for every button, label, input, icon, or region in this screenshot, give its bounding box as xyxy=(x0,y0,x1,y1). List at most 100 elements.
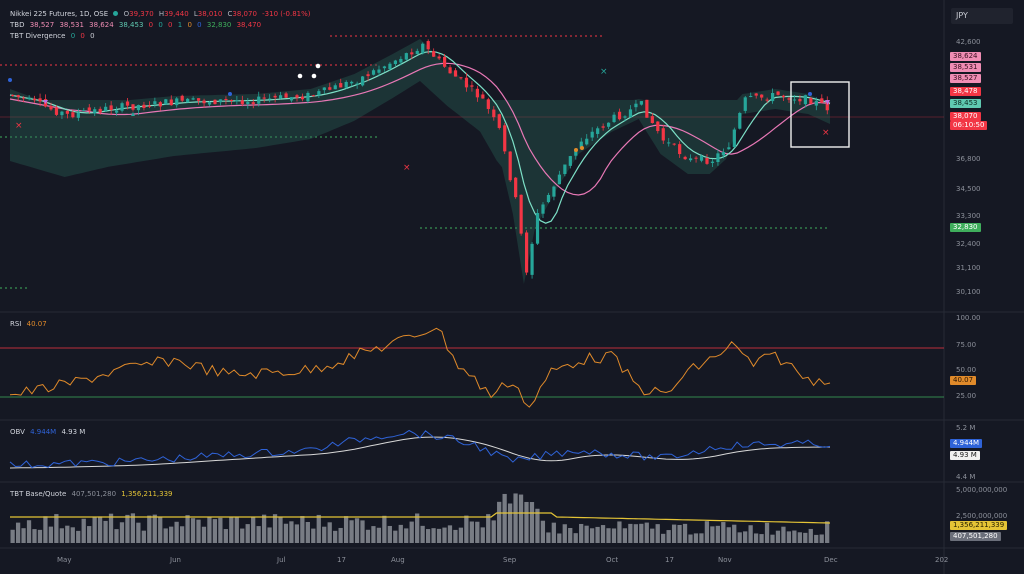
volume-bar xyxy=(163,528,168,543)
candle-body xyxy=(672,143,676,145)
candle-body xyxy=(448,67,452,74)
candle-body xyxy=(470,85,474,87)
volume-bar xyxy=(289,521,294,543)
candle-body xyxy=(197,98,201,101)
volume-bar xyxy=(425,529,431,543)
dot-marker-icon xyxy=(580,146,584,150)
volume-bar xyxy=(628,523,633,543)
volume-bar xyxy=(371,526,376,543)
candle-body xyxy=(224,99,228,101)
volume-bar xyxy=(37,529,43,543)
candle-body xyxy=(803,95,807,105)
candle-body xyxy=(656,121,660,132)
volume-bar xyxy=(278,517,283,543)
tbd-v3: 38,453 xyxy=(118,21,144,29)
candle-body xyxy=(415,50,419,55)
candle-body xyxy=(716,153,720,162)
volume-bar xyxy=(267,527,272,543)
volume-bar xyxy=(218,517,223,543)
volume-bar xyxy=(639,523,644,543)
volume-bar xyxy=(92,516,97,543)
volume-bar xyxy=(234,517,239,543)
candle-body xyxy=(33,98,37,101)
tbt-v2: 0 xyxy=(90,32,95,40)
candle-body xyxy=(49,106,53,110)
candle-body xyxy=(246,101,250,105)
volume-bar xyxy=(764,522,770,543)
obv-legend[interactable]: OBV 4.944M 4.93 M xyxy=(10,428,88,437)
volume-bar xyxy=(59,528,64,543)
volume-bar xyxy=(376,527,382,543)
volume-bar xyxy=(316,514,321,543)
candle-body xyxy=(361,76,365,86)
candle-body xyxy=(820,98,824,103)
candle-body xyxy=(661,128,665,141)
volume-bar xyxy=(305,521,310,543)
candle-body xyxy=(27,97,31,100)
volume-bar xyxy=(540,520,546,543)
volume-bar xyxy=(792,530,797,543)
volume-bar xyxy=(469,521,474,543)
candle-body xyxy=(186,98,190,103)
volume-legend[interactable]: TBT Base/Quote 407,501,280 1,356,211,339 xyxy=(10,490,176,499)
tbt-divergence-legend[interactable]: TBT Divergence 0 0 0 xyxy=(10,32,98,41)
volume-bar xyxy=(354,518,360,543)
volume-tick: 2,500,000,000 xyxy=(956,512,1008,520)
open-value: 39,370 xyxy=(129,10,154,18)
volume-tick: 5,000,000,000 xyxy=(956,486,1008,494)
candle-body xyxy=(289,97,294,101)
candle-body xyxy=(453,70,458,77)
volume-bar xyxy=(327,522,332,543)
rsi-legend[interactable]: RSI 40.07 xyxy=(10,320,50,329)
tbd-legend[interactable]: TBD 38,527 38,531 38,624 38,453 0 0 0 1 … xyxy=(10,21,264,30)
candle-body xyxy=(760,94,764,98)
volume-bar xyxy=(688,534,693,543)
volume-ma-badge: 1,356,211,339 xyxy=(950,521,1008,530)
candle-body xyxy=(765,99,769,101)
candle-body xyxy=(366,74,370,77)
volume-bar xyxy=(272,514,278,543)
candle-body xyxy=(82,110,86,112)
volume-bar xyxy=(589,528,595,543)
volume-bar xyxy=(196,519,201,543)
volume-bar xyxy=(748,525,753,543)
volume-bar xyxy=(152,514,157,543)
candle-body xyxy=(120,103,124,111)
rsi-tick: 50.00 xyxy=(956,366,977,374)
time-tick: May xyxy=(57,556,72,564)
price-tick: 34,500 xyxy=(956,185,981,193)
volume-bar xyxy=(611,528,617,543)
candle-body xyxy=(464,77,469,88)
low-price-badge: 32,830 xyxy=(950,223,981,232)
candle-body xyxy=(131,104,135,110)
currency-button[interactable]: JPY xyxy=(951,8,1013,24)
volume-label: TBT Base/Quote xyxy=(10,490,67,498)
candle-body xyxy=(792,99,797,101)
candle-body xyxy=(11,94,15,96)
volume-bar xyxy=(349,520,354,543)
volume-bar xyxy=(26,520,32,543)
candle-body xyxy=(306,92,310,102)
candle-body xyxy=(295,95,299,98)
candle-body xyxy=(683,156,687,160)
obv-label: OBV xyxy=(10,428,25,436)
volume-bar xyxy=(76,530,81,543)
change-value: -310 (-0.81%) xyxy=(262,10,311,18)
candle-body xyxy=(399,58,403,63)
candle-body xyxy=(284,93,288,98)
candle-body xyxy=(798,98,802,102)
volume-bar xyxy=(382,515,387,543)
candle-body xyxy=(601,126,605,128)
candle-body xyxy=(87,107,91,111)
volume-bar xyxy=(808,528,813,543)
candle-body xyxy=(164,99,168,105)
obv-value2: 4.93 M xyxy=(61,428,86,436)
volume-bar xyxy=(529,502,535,543)
obv-ma-badge: 4.93 M xyxy=(950,451,980,460)
symbol-legend[interactable]: Nikkei 225 Futures, 1D, OSE O39,370 H39,… xyxy=(10,10,314,19)
volume-bar xyxy=(579,523,584,543)
chart-canvas[interactable]: × × × × xyxy=(0,0,1024,574)
volume-bar xyxy=(333,530,338,543)
candle-body xyxy=(749,96,753,98)
candle-body xyxy=(552,186,556,197)
